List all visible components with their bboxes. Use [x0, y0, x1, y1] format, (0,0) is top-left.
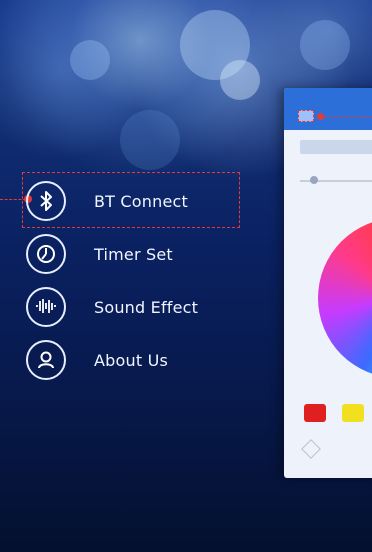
menu-item-label: Sound Effect	[94, 297, 199, 317]
color-swatch-yellow[interactable]	[342, 404, 364, 422]
preview-header	[284, 88, 372, 130]
bokeh-light	[70, 40, 110, 80]
bokeh-light	[120, 110, 180, 170]
menu-item-label: About Us	[94, 350, 169, 370]
app-screen: BT Connect Timer Set Sound Effect About …	[0, 0, 372, 552]
preview-tab[interactable]	[300, 140, 372, 154]
menu-item-timer-set[interactable]: Timer Set	[22, 228, 242, 280]
annotation-connector	[324, 116, 372, 117]
menu-item-label: Timer Set	[94, 244, 173, 264]
sound-effect-icon	[26, 287, 66, 327]
color-swatch-red[interactable]	[304, 404, 326, 422]
bokeh-light	[220, 60, 260, 100]
timer-icon	[26, 234, 66, 274]
menu-icon[interactable]	[298, 110, 314, 122]
menu-item-about-us[interactable]: About Us	[22, 334, 242, 386]
annotation-dot	[317, 113, 324, 120]
slider-handle[interactable]	[310, 176, 318, 184]
bokeh-light	[300, 20, 350, 70]
status-bar	[0, 0, 372, 22]
preview-icon[interactable]	[301, 439, 321, 459]
about-icon	[26, 340, 66, 380]
menu-item-sound-effect[interactable]: Sound Effect	[22, 281, 242, 333]
bluetooth-icon	[26, 181, 66, 221]
menu-item-label: BT Connect	[94, 191, 188, 211]
color-wheel[interactable]	[318, 218, 372, 378]
main-panel-preview[interactable]	[284, 88, 372, 478]
menu-item-bt-connect[interactable]: BT Connect	[22, 175, 242, 227]
